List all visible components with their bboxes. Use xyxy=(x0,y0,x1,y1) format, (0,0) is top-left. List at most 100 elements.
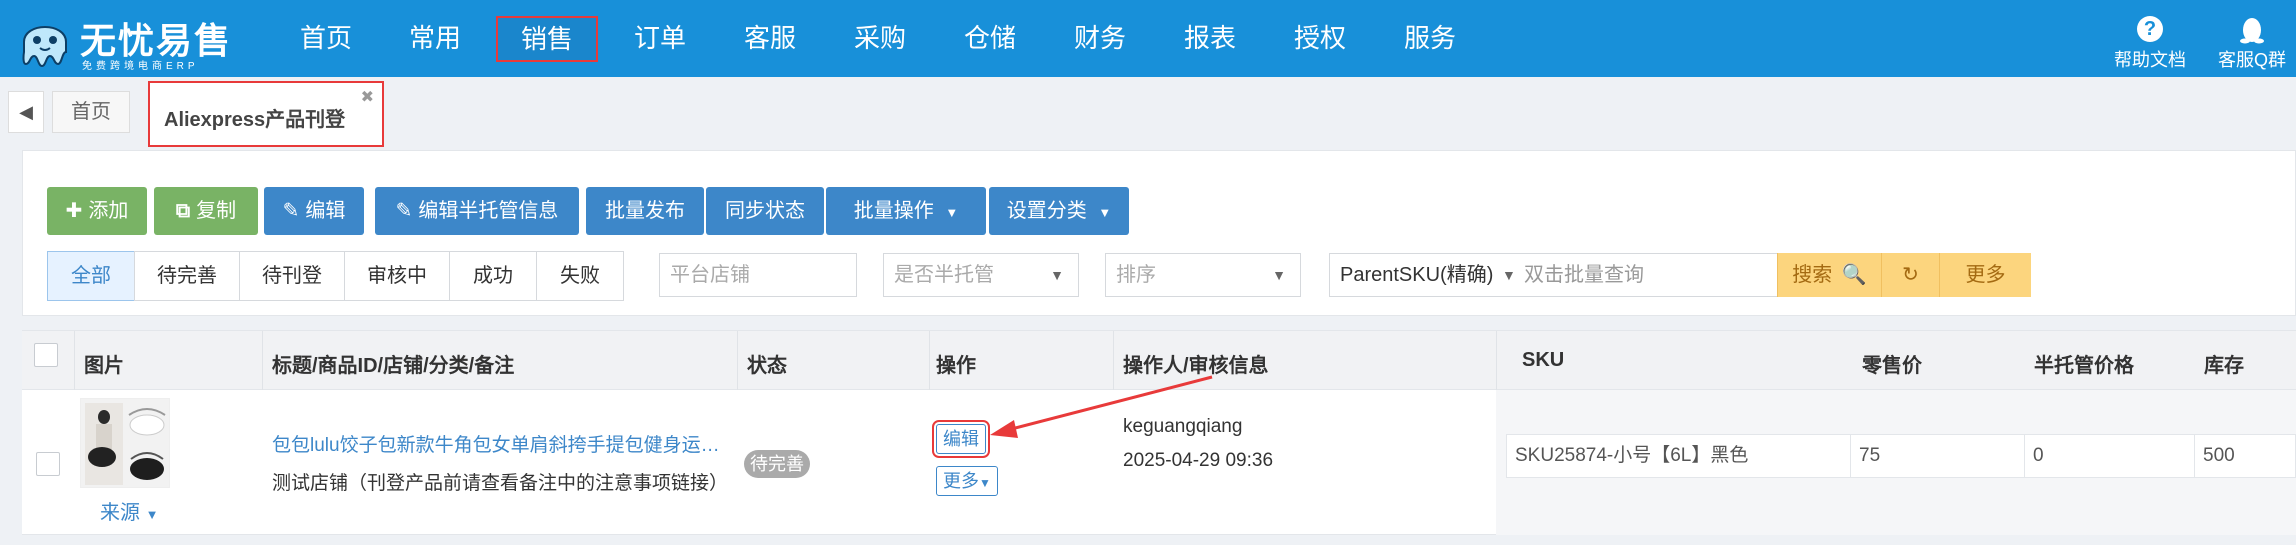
status-tab-under-review[interactable]: 审核中 xyxy=(344,251,450,301)
header-action: 操作 xyxy=(936,355,976,377)
filter-panel: ✚ 添加 ⧉ 复制 ✎ 编辑 ✎ 编辑半托管信息 批量发布 同步状态 批量操作 ▼ 设置… xyxy=(22,150,2296,316)
nav-item-purchase[interactable]: 采购 xyxy=(854,20,906,56)
nav-item-common[interactable]: 常用 xyxy=(409,20,461,56)
edit-button[interactable]: ✎ 编辑 xyxy=(264,187,364,235)
edit-icon: ✎ xyxy=(282,200,300,222)
table-header: 图片 标题/商品ID/店铺/分类/备注 状态 操作 操作人/审核信息 SKU 零… xyxy=(22,330,2296,391)
search-button[interactable]: 搜索 🔍 xyxy=(1777,253,1881,297)
batch-operations-label: 批量操作 xyxy=(853,200,934,222)
refresh-button[interactable]: ↻ xyxy=(1881,253,1939,297)
caret-down-icon: ▼ xyxy=(979,476,991,490)
tab-bar: ◀ 首页 Aliexpress产品刊登 ✖ xyxy=(0,77,2296,147)
question-icon: ? xyxy=(2137,16,2163,42)
table-row: 来源 ▼ 包包lulu饺子包新款牛角包女单肩斜挎手提包健身运动包 测试店铺（刊登… xyxy=(22,390,2296,535)
edit-semi-managed-button[interactable]: ✎ 编辑半托管信息 xyxy=(375,187,579,235)
select-all-checkbox[interactable] xyxy=(34,343,58,367)
status-tab-incomplete[interactable]: 待完善 xyxy=(134,251,240,301)
header-operator: 操作人/审核信息 xyxy=(1123,355,1269,377)
octopus-logo-icon xyxy=(22,26,67,68)
shop-input[interactable]: 平台店铺 xyxy=(659,253,857,297)
qq-group-label: 客服Q群 xyxy=(2218,50,2287,70)
status-tab-success[interactable]: 成功 xyxy=(449,251,537,301)
refresh-icon: ↻ xyxy=(1902,264,1919,286)
copy-button[interactable]: ⧉ 复制 xyxy=(154,187,258,235)
sku-field-select[interactable]: ParentSKU(精确) xyxy=(1340,254,1493,296)
nav-item-warehouse[interactable]: 仓储 xyxy=(964,20,1016,56)
tab-aliexpress-listing[interactable]: Aliexpress产品刊登 ✖ xyxy=(148,81,384,147)
nav-item-reports[interactable]: 报表 xyxy=(1184,20,1236,56)
tab-home[interactable]: 首页 xyxy=(52,91,130,133)
product-image[interactable] xyxy=(80,398,170,488)
edit-semi-managed-label: 编辑半托管信息 xyxy=(418,200,559,222)
chevron-down-icon: ▼ xyxy=(1502,267,1516,283)
qq-group-link[interactable]: 客服Q群 xyxy=(2218,16,2286,72)
add-button-label: 添加 xyxy=(88,200,129,222)
product-title-link[interactable]: 包包lulu饺子包新款牛角包女单肩斜挎手提包健身运动包 xyxy=(272,430,732,457)
logo[interactable]: 无忧易售 免费跨境电商ERP xyxy=(16,10,256,72)
semi-managed-price: 0 xyxy=(2025,435,2195,477)
tab-scroll-left-button[interactable]: ◀ xyxy=(8,91,44,133)
nav-item-authorization[interactable]: 授权 xyxy=(1294,20,1346,56)
sort-select[interactable]: 排序 ▼ xyxy=(1105,253,1301,297)
nav-item-sales[interactable]: 销售 xyxy=(496,16,599,62)
batch-operations-dropdown[interactable]: 批量操作 ▼ xyxy=(826,187,986,235)
row-checkbox[interactable] xyxy=(36,452,60,476)
logo-subtitle: 免费跨境电商ERP xyxy=(82,61,199,72)
header-semi-managed-price: 半托管价格 xyxy=(2034,355,2134,377)
nav-item-finance[interactable]: 财务 xyxy=(1074,20,1126,56)
column-divider xyxy=(74,331,75,391)
sync-status-button[interactable]: 同步状态 xyxy=(706,187,824,235)
status-badge: 待完善 xyxy=(744,450,810,478)
column-divider xyxy=(737,331,738,391)
caret-down-icon: ▼ xyxy=(1272,267,1286,283)
column-divider xyxy=(262,331,263,391)
more-filters-button[interactable]: 更多 xyxy=(1939,253,2031,297)
nav-item-home[interactable]: 首页 xyxy=(300,20,352,56)
status-tab-failed[interactable]: 失败 xyxy=(536,251,624,301)
operation-time: 2025-04-29 09:36 xyxy=(1123,450,1274,471)
chevron-down-icon: ▼ xyxy=(945,205,959,220)
header-retail-price: 零售价 xyxy=(1862,355,1922,377)
chevron-down-icon: ▼ xyxy=(1098,205,1112,220)
row-edit-button[interactable]: 编辑 xyxy=(932,420,990,458)
nav-item-customer-service[interactable]: 客服 xyxy=(744,20,796,56)
source-label: 来源 xyxy=(100,502,140,524)
status-tab-pending-listing[interactable]: 待刊登 xyxy=(239,251,345,301)
caret-left-icon: ◀ xyxy=(19,102,33,122)
set-category-dropdown[interactable]: 设置分类 ▼ xyxy=(989,187,1129,235)
help-docs-label: 帮助文档 xyxy=(2114,50,2186,70)
help-docs-link[interactable]: ? 帮助文档 xyxy=(2114,16,2186,72)
row-more-label: 更多 xyxy=(943,471,979,491)
sku-panel: SKU25874-小号【6L】黑色 75 0 500 xyxy=(1496,390,2296,535)
semi-managed-placeholder: 是否半托管 xyxy=(894,264,994,286)
header-status: 状态 xyxy=(747,355,787,377)
status-tab-all[interactable]: 全部 xyxy=(47,251,135,301)
sku-row: SKU25874-小号【6L】黑色 75 0 500 xyxy=(1506,434,2296,478)
close-icon[interactable]: ✖ xyxy=(361,87,374,107)
source-dropdown[interactable]: 来源 ▼ xyxy=(100,496,158,525)
row-more-dropdown[interactable]: 更多▼ xyxy=(936,466,998,496)
nav-item-orders[interactable]: 订单 xyxy=(634,20,686,56)
column-divider xyxy=(1496,331,1497,391)
sku-query-input[interactable]: 双击批量查询 xyxy=(1524,254,1644,296)
nav-item-services[interactable]: 服务 xyxy=(1404,20,1456,56)
tab-aliexpress-label: Aliexpress产品刊登 xyxy=(164,109,346,131)
header-sku: SKU xyxy=(1522,349,1565,371)
operator-name: keguangqiang xyxy=(1123,416,1243,437)
edit-button-label: 编辑 xyxy=(305,200,346,222)
semi-managed-select[interactable]: 是否半托管 ▼ xyxy=(883,253,1079,297)
add-button[interactable]: ✚ 添加 xyxy=(47,187,147,235)
plus-icon: ✚ xyxy=(65,200,83,222)
stock-qty: 500 xyxy=(2203,445,2235,466)
column-divider xyxy=(1113,331,1114,391)
set-category-label: 设置分类 xyxy=(1006,200,1087,222)
batch-publish-button[interactable]: 批量发布 xyxy=(586,187,704,235)
sku-search-group: ParentSKU(精确) ▼ 双击批量查询 xyxy=(1329,253,1799,297)
search-button-label: 搜索 xyxy=(1792,264,1833,286)
caret-down-icon: ▼ xyxy=(1050,267,1064,283)
bag-photo-icon xyxy=(81,399,169,487)
copy-icon: ⧉ xyxy=(175,200,191,222)
retail-price: 75 xyxy=(1851,435,2025,477)
search-icon: 🔍 xyxy=(1841,264,1867,286)
header-image: 图片 xyxy=(84,355,124,377)
